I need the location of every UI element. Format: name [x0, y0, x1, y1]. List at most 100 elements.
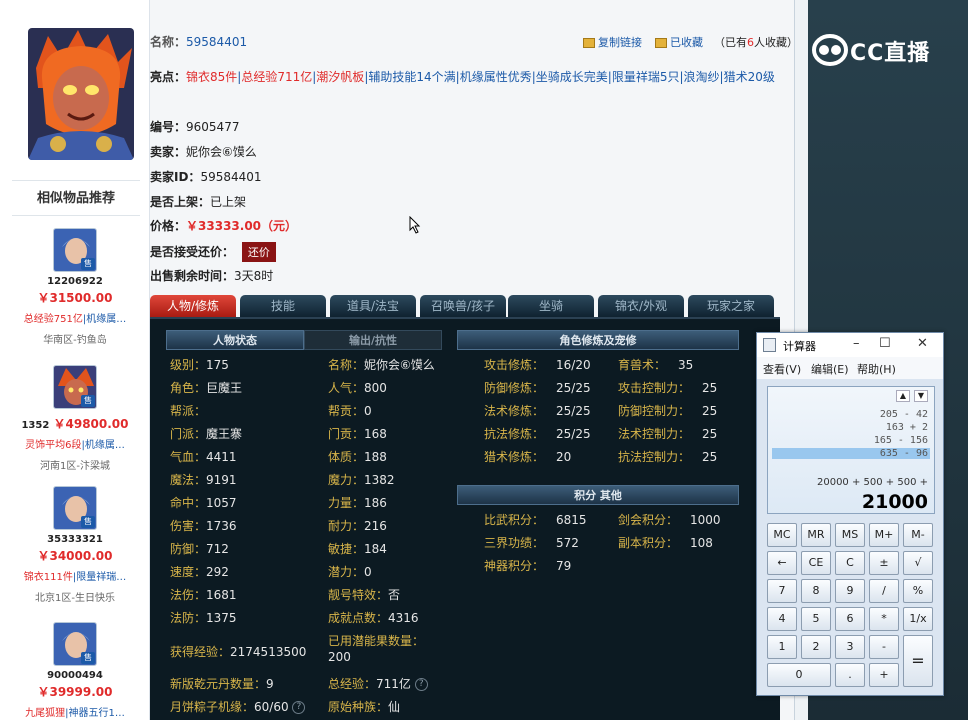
tab-home[interactable]: 玩家之家 [688, 295, 774, 317]
recommend-title: 相似物品推荐 [12, 180, 140, 216]
highlight-tag: 坐骑成长完美 [535, 70, 608, 84]
item-highlight: 九尾狐狸|神器五行1… [25, 708, 125, 719]
calc-key[interactable]: 7 [767, 579, 797, 603]
cc-logo-text: CC直播 [850, 41, 931, 66]
menu-edit[interactable]: 编辑(E) [811, 361, 849, 377]
calc-key[interactable]: + [869, 663, 899, 687]
stat-row: 抗法修炼： 25/25 [484, 427, 591, 441]
close-icon[interactable]: ✕ [917, 336, 928, 351]
calc-key[interactable]: 1 [767, 635, 797, 659]
favorite-icon [655, 38, 667, 48]
favorite-count: （已有6人收藏） [714, 36, 798, 49]
tab-outfits[interactable]: 锦衣/外观 [598, 295, 684, 317]
recommend-item[interactable]: 售 90000494 ￥39999.00 九尾狐狸|神器五行1… [0, 622, 150, 719]
calc-key[interactable]: M+ [869, 523, 899, 547]
item-thumbnail[interactable]: 售 [53, 486, 97, 530]
history-line[interactable]: 163 + 2 [886, 422, 928, 433]
tab-character[interactable]: 人物/修炼 [150, 295, 236, 317]
menu-help[interactable]: 帮助(H) [857, 361, 896, 377]
calc-key[interactable]: 2 [801, 635, 831, 659]
tab-items[interactable]: 道具/法宝 [330, 295, 416, 317]
stat-row: 级别：175 [170, 358, 229, 372]
calc-key[interactable]: * [869, 607, 899, 631]
history-line[interactable]: 205 - 42 [880, 409, 928, 420]
calc-key[interactable]: MR [801, 523, 831, 547]
calc-key[interactable]: = [903, 635, 933, 687]
stat-row: 帮贡：0 [328, 404, 372, 418]
stat-row: 魔法：9191 [170, 473, 237, 487]
stat-row: 命中：1057 [170, 496, 237, 510]
item-name-row: 名称：59584401 [150, 35, 248, 49]
calc-key[interactable]: MS [835, 523, 865, 547]
help-icon[interactable]: ? [414, 678, 428, 691]
stat-row: 成就点数：4316 [328, 611, 419, 625]
tab-mounts[interactable]: 坐骑 [508, 295, 594, 317]
calc-titlebar[interactable]: 计算器 – ☐ ✕ [757, 333, 943, 357]
calc-key[interactable]: / [869, 579, 899, 603]
tab-pets[interactable]: 召唤兽/孩子 [420, 295, 506, 317]
calc-display: ▲ ▼ 205 - 42 163 + 2 165 - 156 635 - 96 … [767, 386, 935, 514]
calculator-window: 计算器 – ☐ ✕ 查看(V) 编辑(E) 帮助(H) ▲ ▼ 205 - 42… [756, 332, 944, 696]
calc-key[interactable]: . [835, 663, 865, 687]
sale-tag: 售 [81, 258, 95, 270]
stat-row: 力量：186 [328, 496, 387, 510]
calc-key[interactable]: 5 [801, 607, 831, 631]
calc-key[interactable]: 8 [801, 579, 831, 603]
minimize-icon[interactable]: – [853, 336, 860, 351]
calc-key[interactable]: MC [767, 523, 797, 547]
copy-link-button[interactable]: 复制链接 [583, 34, 642, 50]
exp-stat: 获得经验：2174513500 [170, 645, 307, 659]
highlight-tag: 辅助技能14个满 [368, 70, 456, 84]
calc-key[interactable]: 4 [767, 607, 797, 631]
scroll-down-icon[interactable]: ▼ [914, 390, 928, 402]
stat-row: 伤害：1736 [170, 519, 237, 533]
maximize-icon[interactable]: ☐ [879, 336, 891, 351]
cc-logo: CC直播 [810, 32, 960, 68]
scroll-up-icon[interactable]: ▲ [896, 390, 910, 402]
item-thumbnail[interactable]: 售 [53, 622, 97, 666]
calc-key[interactable]: % [903, 579, 933, 603]
help-icon[interactable]: ? [292, 701, 306, 714]
item-server: 北京1区-生日快乐 [35, 593, 115, 604]
item-id: 90000494 [47, 670, 103, 681]
sale-tag: 售 [81, 652, 95, 664]
calc-key[interactable]: ± [869, 551, 899, 575]
calc-key[interactable]: C [835, 551, 865, 575]
highlight-tag: 锦衣85件 [186, 70, 238, 84]
recommend-item[interactable]: 售 35333321 ￥34000.00 锦衣111件|限量祥瑞… 北京1区-生… [0, 486, 150, 604]
calc-key[interactable]: √ [903, 551, 933, 575]
menu-view[interactable]: 查看(V) [763, 361, 801, 377]
highlights-row: 亮点：锦衣85件|总经验711亿|潮汐帆板|辅助技能14个满|机缘属性优秀|坐骑… [150, 70, 775, 84]
calc-key[interactable]: 9 [835, 579, 865, 603]
hdr-status[interactable]: 人物状态 [166, 330, 304, 350]
highlight-tag: 限量祥瑞5只 [611, 70, 680, 84]
item-price: ￥39999.00 [37, 685, 113, 699]
calc-key[interactable]: ← [767, 551, 797, 575]
item-thumbnail[interactable]: 售 [53, 365, 97, 409]
tab-skills[interactable]: 技能 [240, 295, 326, 317]
yuebing-stat: 月饼粽子机缘：60/60 ? [170, 698, 306, 715]
item-name: 59584401 [186, 35, 248, 49]
calc-key[interactable]: CE [801, 551, 831, 575]
calc-key[interactable]: 3 [835, 635, 865, 659]
seller-row: 卖家：妮你会⑥馍么 [150, 145, 257, 159]
item-highlight: 总经验751亿|机缘属… [23, 314, 127, 325]
history-line-selected[interactable]: 635 - 96 [772, 448, 930, 459]
item-thumbnail[interactable]: 售 [53, 228, 97, 272]
calc-result: 21000 [861, 491, 928, 513]
recommend-item[interactable]: 售 1352 ￥49800.00 灵饰平均6段|机缘属… 河南1区-汴梁城 [0, 365, 150, 472]
calc-key[interactable]: 1/x [903, 607, 933, 631]
calc-key[interactable]: 6 [835, 607, 865, 631]
calc-key[interactable]: - [869, 635, 899, 659]
calc-key[interactable]: 0 [767, 663, 831, 687]
item-price: ￥31500.00 [37, 291, 113, 305]
favorite-button[interactable]: 已收藏 [655, 34, 703, 50]
detail-tabs: 人物/修炼 技能 道具/法宝 召唤兽/孩子 坐骑 锦衣/外观 玩家之家 [150, 295, 775, 317]
recommend-item[interactable]: 售 12206922 ￥31500.00 总经验751亿|机缘属… 华南区-钓鱼… [0, 228, 150, 346]
history-line[interactable]: 165 - 156 [874, 435, 928, 446]
character-portrait [28, 28, 134, 160]
bargain-button[interactable]: 还价 [241, 242, 276, 262]
hdr-resist[interactable]: 输出/抗性 [304, 330, 442, 350]
stat-row: 防御：712 [170, 542, 229, 556]
calc-key[interactable]: M- [903, 523, 933, 547]
